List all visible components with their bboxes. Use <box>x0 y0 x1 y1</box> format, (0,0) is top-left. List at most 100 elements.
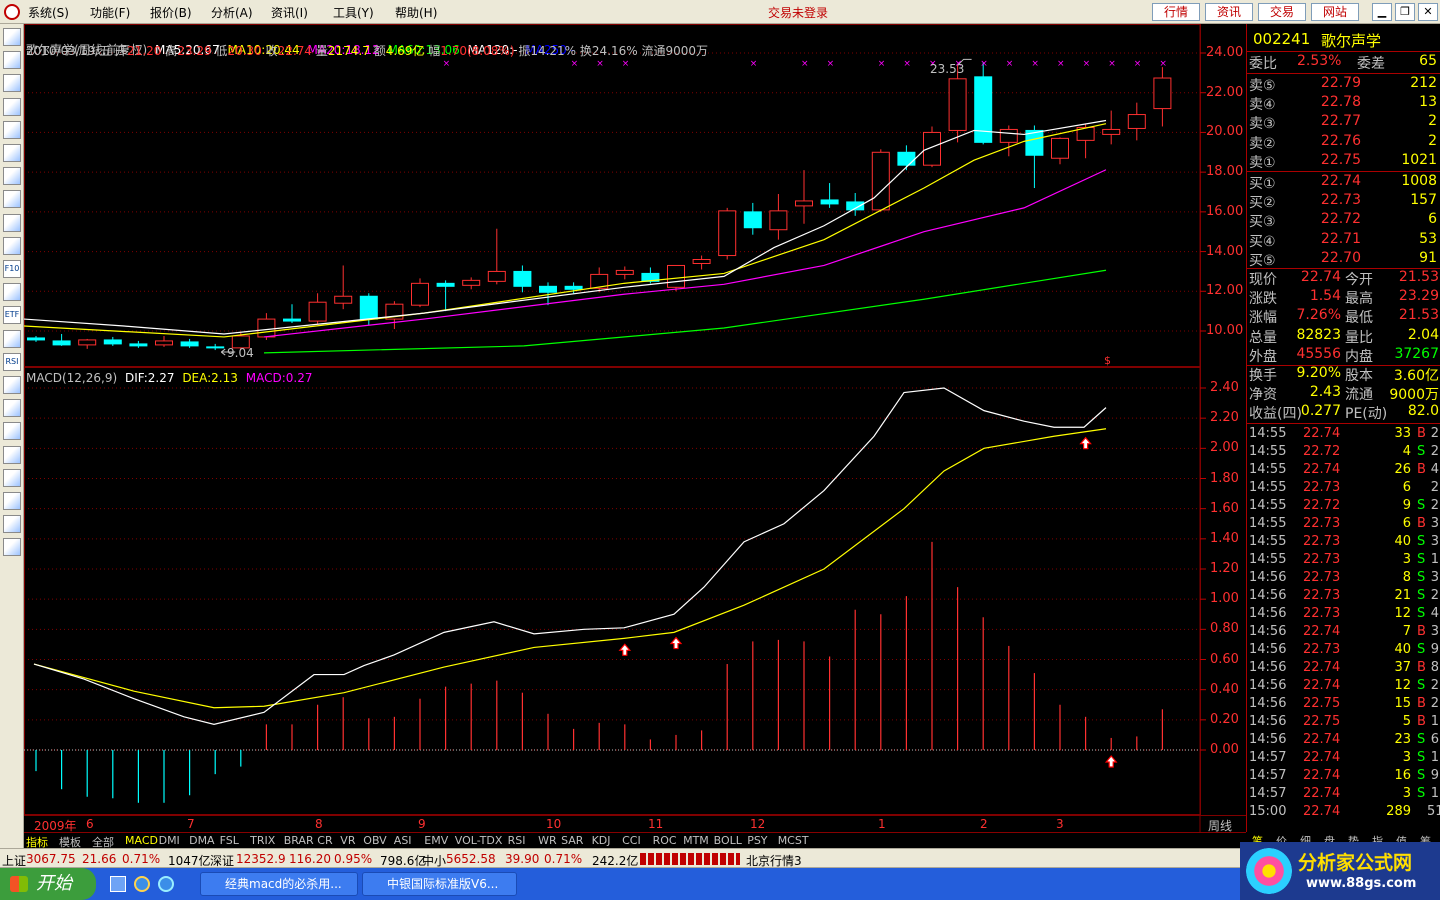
candle[interactable] <box>155 335 173 347</box>
search-icon[interactable] <box>3 283 21 302</box>
menu-help[interactable]: 帮助(H) <box>395 4 437 21</box>
export-icon[interactable] <box>3 445 21 464</box>
mail-icon[interactable] <box>3 213 21 232</box>
candle[interactable] <box>1153 67 1172 127</box>
menu-system[interactable]: 系统(S) <box>28 4 69 21</box>
taskbar-item-trading-app[interactable]: 中银国际标准版V6... <box>362 872 517 896</box>
candle[interactable] <box>27 335 45 342</box>
server-name[interactable]: 北京行情3 <box>746 852 802 869</box>
indicator-tab-trix[interactable]: TRIX <box>250 834 275 847</box>
pencil-icon[interactable] <box>3 468 21 487</box>
indicator-tab-fsl[interactable]: FSL <box>220 834 239 847</box>
indicator-tab-roc[interactable]: ROC <box>653 834 677 847</box>
news-icon[interactable] <box>3 190 21 209</box>
indicator-tab-wr[interactable]: WR <box>538 834 557 847</box>
menu-info[interactable]: 资讯(I) <box>271 4 308 21</box>
indicator-tab-cr[interactable]: CR <box>317 834 332 847</box>
candle[interactable] <box>795 170 813 224</box>
indicator-tab-boll[interactable]: BOLL <box>714 834 742 847</box>
candle[interactable] <box>283 304 301 324</box>
candle-icon[interactable] <box>3 120 21 139</box>
home-icon[interactable] <box>3 28 21 46</box>
candle[interactable] <box>1102 110 1121 145</box>
candle[interactable] <box>948 64 967 143</box>
restore-icon[interactable]: ❐ <box>1395 3 1415 21</box>
candle[interactable] <box>1051 137 1069 165</box>
people-icon[interactable] <box>3 236 21 255</box>
candle[interactable] <box>871 149 890 212</box>
dollar-icon[interactable] <box>3 399 21 418</box>
wave-icon[interactable] <box>3 329 21 348</box>
move-icon[interactable] <box>3 492 21 510</box>
indicator-tab-mtm[interactable]: MTM <box>683 834 709 847</box>
wrench-icon[interactable] <box>3 422 21 441</box>
candle[interactable] <box>820 183 839 208</box>
table-icon[interactable] <box>3 167 21 186</box>
indicator-tab-emv[interactable]: EMV <box>424 834 448 847</box>
candle[interactable] <box>513 265 532 293</box>
desktop-icon[interactable] <box>110 876 126 892</box>
up-arrow-icon[interactable] <box>3 515 21 534</box>
media-icon[interactable] <box>158 876 174 892</box>
kline-chart[interactable]: × × × × × × × × × × × × × × × × × × × 歌尔声学(周线,前复权) MA5:20.… <box>24 24 1246 833</box>
indicator-tab-dmi[interactable]: DMI <box>159 834 180 847</box>
calc-icon[interactable] <box>3 376 21 394</box>
indicator-tab-kdj[interactable]: KDJ <box>592 834 611 847</box>
candle[interactable] <box>180 338 199 348</box>
candle[interactable] <box>103 336 122 346</box>
candle[interactable] <box>436 280 455 312</box>
candle[interactable] <box>769 193 788 240</box>
ie-icon[interactable] <box>134 876 150 892</box>
candle[interactable] <box>334 265 353 310</box>
menu-tools[interactable]: 工具(Y) <box>333 4 374 21</box>
candle[interactable] <box>308 293 327 325</box>
news-button[interactable]: 资讯 <box>1205 3 1253 21</box>
f10-icon[interactable]: F10 <box>3 260 21 278</box>
candle[interactable] <box>78 338 97 349</box>
indicator-tab-sar[interactable]: SAR <box>561 834 583 847</box>
sh-index[interactable]: 3067.75 <box>26 852 76 866</box>
candle[interactable] <box>590 267 609 293</box>
taskbar-item-browser[interactable]: 经典macd的必杀用... <box>200 872 358 896</box>
down-arrow-icon[interactable] <box>3 538 21 557</box>
trade-button[interactable]: 交易 <box>1258 3 1306 21</box>
indicator-tab-vr[interactable]: VR <box>340 834 355 847</box>
minimize-icon[interactable]: ▁ <box>1372 3 1392 21</box>
list-icon[interactable] <box>3 51 21 70</box>
candle[interactable] <box>129 340 148 348</box>
candle[interactable] <box>1025 125 1044 189</box>
indicator-tab-mcst[interactable]: MCST <box>778 834 809 847</box>
menu-quote[interactable]: 报价(B) <box>150 4 192 21</box>
website-button[interactable]: 网站 <box>1311 3 1359 21</box>
close-icon[interactable]: ✕ <box>1418 3 1438 21</box>
etf-icon[interactable]: ETF <box>3 306 21 325</box>
window-icon[interactable] <box>3 144 21 162</box>
indicator-tab-obv[interactable]: OBV <box>363 834 386 847</box>
indicator-tab-dma[interactable]: DMA <box>189 834 215 847</box>
candle[interactable] <box>743 202 762 235</box>
indicator-tab-cci[interactable]: CCI <box>622 834 641 847</box>
candle[interactable] <box>462 277 481 290</box>
candle[interactable] <box>615 266 634 280</box>
indicator-tab-macd[interactable]: MACD <box>125 834 158 847</box>
indicator-tab-vol-tdx[interactable]: VOL-TDX <box>455 834 503 847</box>
candle[interactable] <box>206 343 225 351</box>
candle[interactable] <box>52 333 71 346</box>
indicator-tab-asi[interactable]: ASI <box>394 834 412 847</box>
line-chart-icon[interactable] <box>3 97 21 116</box>
indicator-tab-rsi[interactable]: RSI <box>508 834 526 847</box>
candle[interactable] <box>692 255 711 270</box>
indicator-tab-brar[interactable]: BRAR <box>284 834 314 847</box>
candle[interactable] <box>411 278 429 308</box>
sz-index[interactable]: 12352.9 <box>236 852 286 866</box>
indicator-tab-psy[interactable]: PSY <box>747 834 767 847</box>
rsi-icon[interactable]: RSI <box>3 352 21 371</box>
candle[interactable] <box>487 228 506 285</box>
grid-icon[interactable] <box>3 74 21 93</box>
candle[interactable] <box>718 207 737 260</box>
zx-index[interactable]: 5652.58 <box>446 852 496 866</box>
menu-analysis[interactable]: 分析(A) <box>211 4 253 21</box>
candle[interactable] <box>1127 102 1146 141</box>
candle[interactable] <box>999 125 1018 157</box>
quote-button[interactable]: 行情 <box>1152 3 1200 21</box>
